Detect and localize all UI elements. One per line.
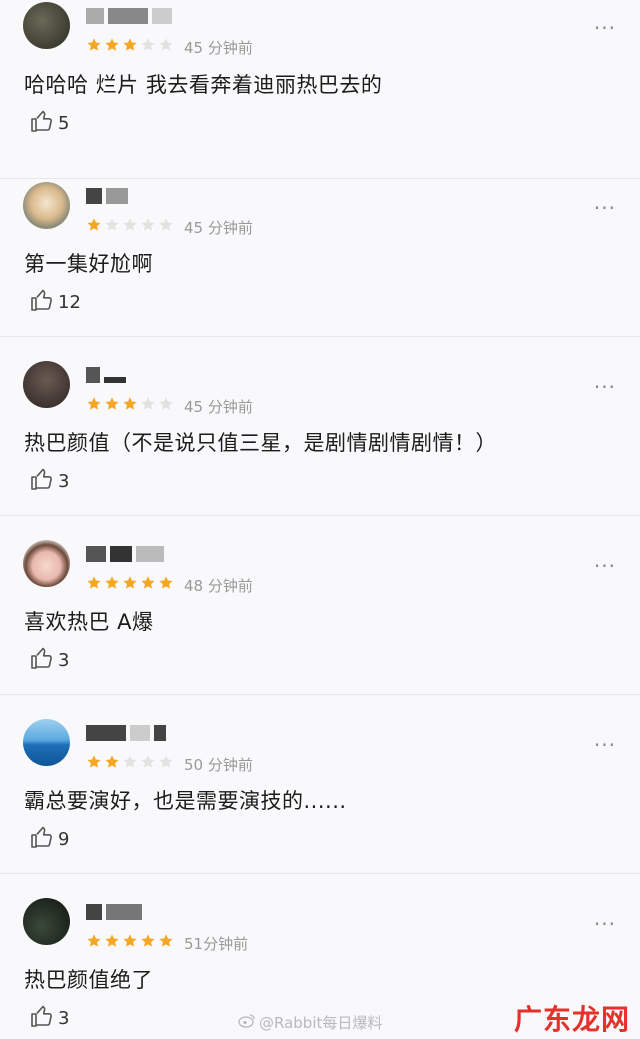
- like-button[interactable]: 5: [30, 109, 69, 137]
- star-icon: [87, 576, 101, 589]
- comment-text: 霸总要演好，也是需要演技的......: [24, 789, 347, 813]
- username[interactable]: [86, 6, 176, 26]
- username[interactable]: [86, 544, 168, 564]
- timestamp: 45 分钟前: [184, 219, 253, 237]
- avatar[interactable]: [23, 898, 70, 945]
- star-icon: [123, 934, 137, 947]
- star-icon: [141, 218, 155, 231]
- thumbs-up-icon: [30, 467, 54, 495]
- star-icon: [159, 218, 173, 231]
- like-count: 3: [58, 649, 70, 671]
- thumbs-up-icon: [30, 825, 54, 853]
- comment-text: 热巴颜值绝了: [24, 968, 153, 992]
- star-icon: [123, 755, 137, 768]
- rating-stars: [86, 36, 176, 54]
- timestamp: 50 分钟前: [184, 756, 253, 774]
- rating-stars: [86, 753, 176, 771]
- like-count: 3: [58, 1007, 70, 1029]
- more-dots-icon[interactable]: ···: [594, 18, 616, 38]
- like-button[interactable]: 9: [30, 825, 69, 853]
- username[interactable]: [86, 723, 170, 743]
- like-button[interactable]: 3: [30, 646, 69, 674]
- star-icon: [105, 934, 119, 947]
- star-icon: [123, 218, 137, 231]
- star-icon: [87, 38, 101, 51]
- weibo-logo-icon: [238, 1013, 256, 1032]
- thumbs-up-icon: [30, 1004, 54, 1032]
- star-icon: [141, 397, 155, 410]
- star-icon: [159, 397, 173, 410]
- avatar[interactable]: [23, 719, 70, 766]
- comment-item: 45 分钟前 ··· 哈哈哈 烂片 我去看奔着迪丽热巴去的 5: [0, 0, 640, 179]
- star-icon: [123, 397, 137, 410]
- star-icon: [87, 397, 101, 410]
- like-button[interactable]: 12: [30, 288, 81, 316]
- more-dots-icon[interactable]: ···: [594, 556, 616, 576]
- star-icon: [87, 934, 101, 947]
- star-icon: [87, 218, 101, 231]
- timestamp: 51分钟前: [184, 935, 249, 953]
- more-dots-icon[interactable]: ···: [594, 914, 616, 934]
- watermark-text: @Rabbit每日爆料: [259, 1014, 383, 1032]
- avatar[interactable]: [23, 361, 70, 408]
- star-icon: [87, 755, 101, 768]
- rating-stars: [86, 395, 176, 413]
- username[interactable]: [86, 902, 146, 922]
- more-dots-icon[interactable]: ···: [594, 377, 616, 397]
- comment-text: 喜欢热巴 A爆: [24, 610, 154, 634]
- more-dots-icon[interactable]: ···: [594, 198, 616, 218]
- star-icon: [123, 38, 137, 51]
- star-icon: [159, 576, 173, 589]
- like-count: 3: [58, 470, 70, 492]
- comment-item: 50 分钟前 ··· 霸总要演好，也是需要演技的...... 9: [0, 695, 640, 874]
- comment-item: 48 分钟前 ··· 喜欢热巴 A爆 3: [0, 516, 640, 695]
- like-count: 12: [58, 291, 81, 313]
- star-icon: [141, 755, 155, 768]
- rating-stars: [86, 216, 176, 234]
- star-icon: [123, 576, 137, 589]
- star-icon: [141, 38, 155, 51]
- timestamp: 45 分钟前: [184, 39, 253, 57]
- star-icon: [105, 755, 119, 768]
- timestamp: 45 分钟前: [184, 398, 253, 416]
- username[interactable]: [86, 365, 130, 385]
- star-icon: [159, 38, 173, 51]
- rating-stars: [86, 932, 176, 950]
- thumbs-up-icon: [30, 288, 54, 316]
- star-icon: [141, 576, 155, 589]
- like-button[interactable]: 3: [30, 467, 69, 495]
- more-dots-icon[interactable]: ···: [594, 735, 616, 755]
- username[interactable]: [86, 186, 132, 206]
- thumbs-up-icon: [30, 109, 54, 137]
- star-icon: [105, 38, 119, 51]
- star-icon: [105, 397, 119, 410]
- star-icon: [159, 934, 173, 947]
- star-icon: [159, 755, 173, 768]
- comment-text: 第一集好尬啊: [24, 252, 153, 276]
- avatar[interactable]: [23, 182, 70, 229]
- comment-text: 热巴颜值（不是说只值三星，是剧情剧情剧情！）: [24, 431, 497, 455]
- like-button[interactable]: 3: [30, 1004, 69, 1032]
- star-icon: [105, 576, 119, 589]
- like-count: 5: [58, 112, 70, 134]
- star-icon: [105, 218, 119, 231]
- comment-item: 45 分钟前 ··· 热巴颜值（不是说只值三星，是剧情剧情剧情！） 3: [0, 337, 640, 516]
- like-count: 9: [58, 828, 70, 850]
- timestamp: 48 分钟前: [184, 577, 253, 595]
- thumbs-up-icon: [30, 646, 54, 674]
- comment-item: 45 分钟前 ··· 第一集好尬啊 12: [0, 158, 640, 337]
- watermark: @Rabbit每日爆料: [238, 1012, 382, 1033]
- avatar[interactable]: [23, 2, 70, 49]
- comment-text: 哈哈哈 烂片 我去看奔着迪丽热巴去的: [24, 73, 383, 97]
- star-icon: [141, 934, 155, 947]
- brand-logo: 广东龙网: [513, 1003, 630, 1036]
- avatar[interactable]: [23, 540, 70, 587]
- rating-stars: [86, 574, 176, 592]
